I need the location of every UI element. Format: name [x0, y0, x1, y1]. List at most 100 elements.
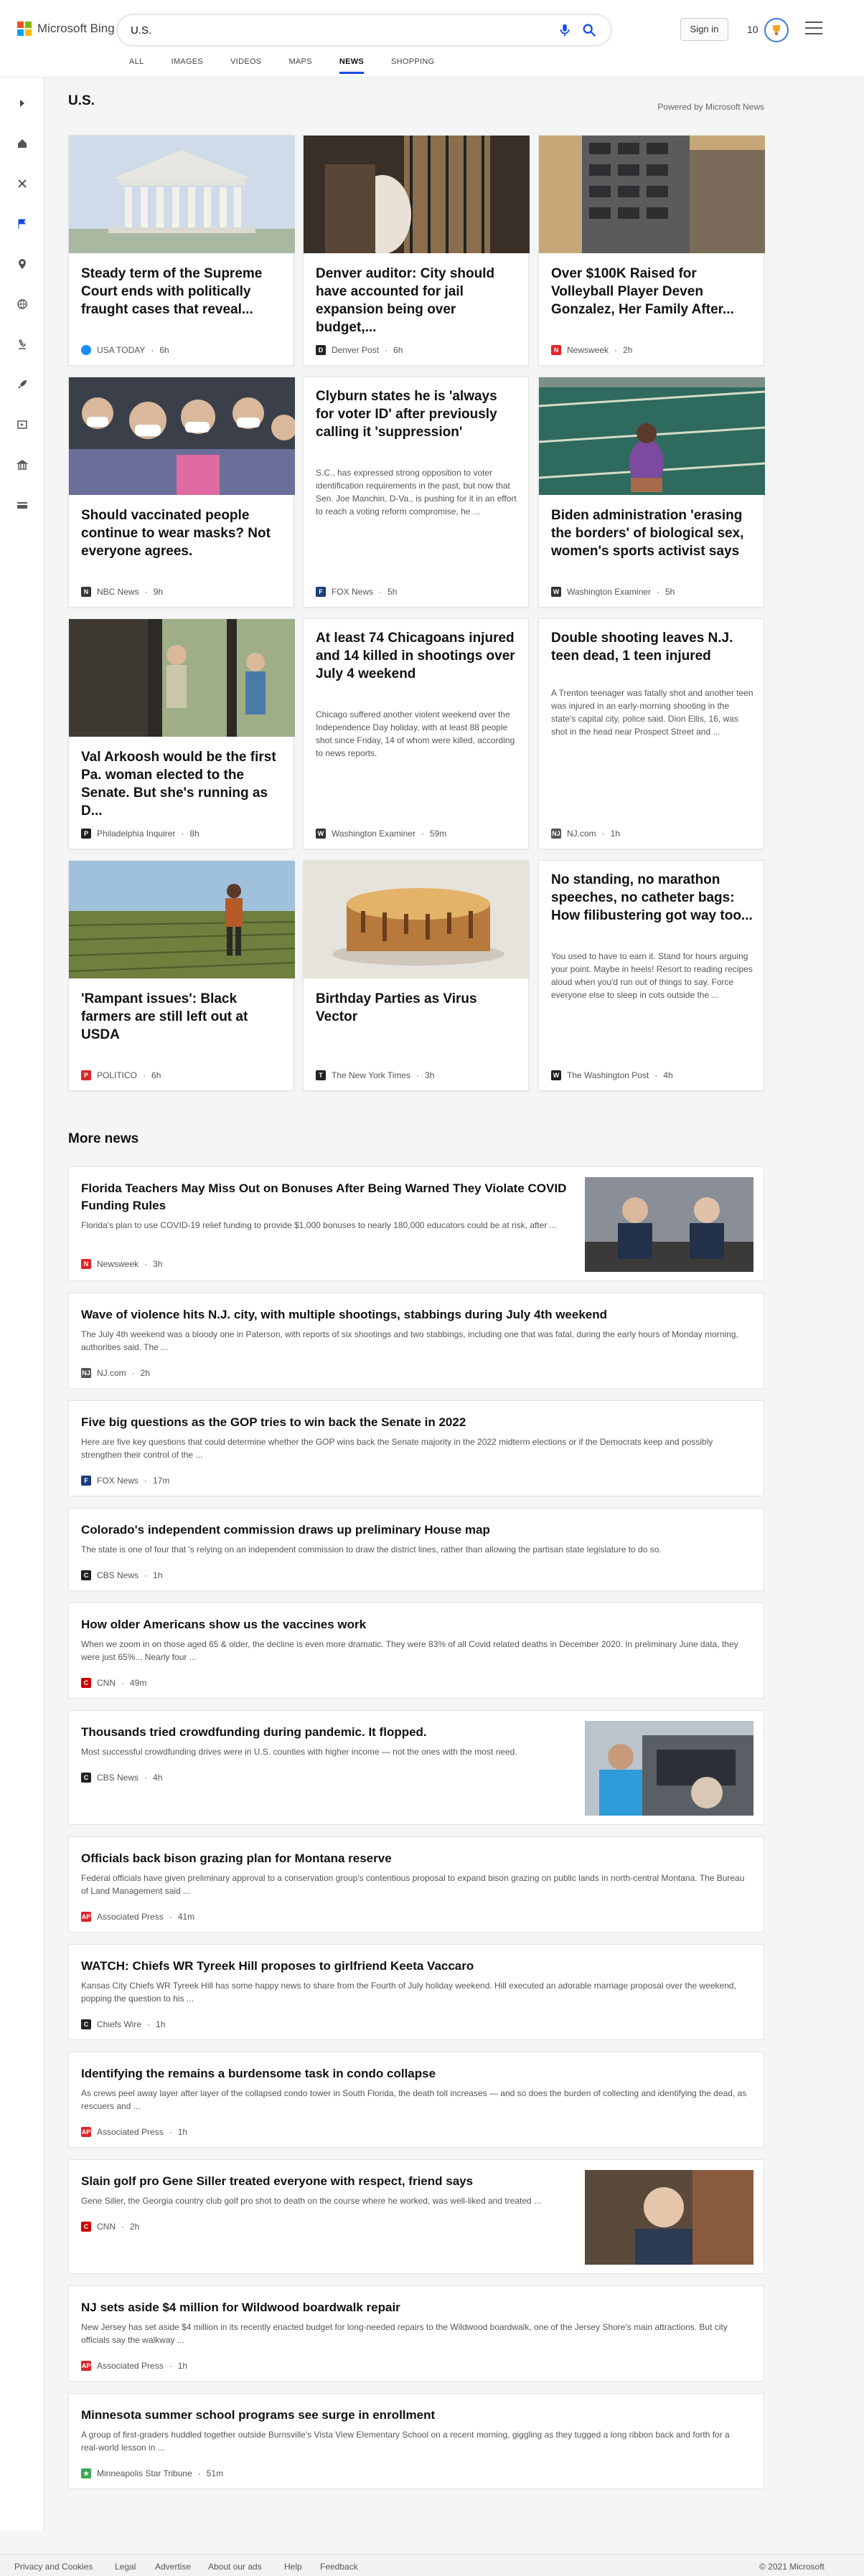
bank-icon[interactable]: [14, 456, 31, 473]
tab-images[interactable]: IMAGES: [171, 57, 203, 74]
row-source[interactable]: C Chiefs Wire · 1h: [81, 2019, 165, 2029]
news-row[interactable]: Florida Teachers May Miss Out on Bonuses…: [68, 1166, 764, 1281]
crossed-arrows-icon[interactable]: [14, 175, 31, 192]
card-source[interactable]: P POLITICO · 6h: [81, 1070, 161, 1080]
row-source[interactable]: C CNN · 49m: [81, 1678, 146, 1688]
news-row[interactable]: Identifying the remains a burdensome tas…: [68, 2052, 764, 2148]
search-input[interactable]: [131, 21, 532, 39]
footer-link-legal[interactable]: Legal: [115, 2562, 136, 2572]
row-title[interactable]: Minnesota summer school programs see sur…: [81, 2407, 748, 2424]
news-row[interactable]: Colorado's independent commission draws …: [68, 1508, 764, 1591]
card-title[interactable]: Birthday Parties as Virus Vector: [316, 990, 518, 1026]
news-card[interactable]: Biden administration 'erasing the border…: [538, 377, 765, 608]
row-source[interactable]: ★ Minneapolis Star Tribune · 51m: [81, 2468, 223, 2478]
tab-videos[interactable]: VIDEOS: [230, 57, 261, 74]
row-title[interactable]: Thousands tried crowdfunding during pand…: [81, 1724, 569, 1741]
card-source[interactable]: P Philadelphia Inquirer · 8h: [81, 829, 199, 839]
card-source[interactable]: W Washington Examiner · 59m: [316, 829, 446, 839]
footer-link-advertise[interactable]: Advertise: [155, 2562, 191, 2572]
row-title[interactable]: Colorado's independent commission draws …: [81, 1521, 748, 1539]
news-card[interactable]: 'Rampant issues': Black farmers are stil…: [68, 860, 295, 1091]
card-title[interactable]: Should vaccinated people continue to wea…: [81, 506, 283, 560]
footer-link-help[interactable]: Help: [284, 2562, 302, 2572]
news-row[interactable]: WATCH: Chiefs WR Tyreek Hill proposes to…: [68, 1944, 764, 2040]
row-title[interactable]: WATCH: Chiefs WR Tyreek Hill proposes to…: [81, 1958, 748, 1975]
search-icon[interactable]: [581, 22, 597, 38]
card-source[interactable]: USA TODAY · 6h: [81, 345, 169, 355]
news-row[interactable]: NJ sets aside $4 million for Wildwood bo…: [68, 2285, 764, 2382]
location-pin-icon[interactable]: [14, 255, 31, 273]
news-card[interactable]: No standing, no marathon speeches, no ca…: [538, 860, 764, 1091]
flag-icon[interactable]: [14, 215, 31, 232]
news-row[interactable]: Officials back bison grazing plan for Mo…: [68, 1836, 764, 1933]
card-title[interactable]: 'Rampant issues': Black farmers are stil…: [81, 990, 283, 1044]
card-title[interactable]: Val Arkoosh would be the first Pa. woman…: [81, 748, 283, 820]
card-title[interactable]: Denver auditor: City should have account…: [316, 265, 518, 336]
card-source[interactable]: N Newsweek · 2h: [551, 345, 632, 355]
card-source[interactable]: D Denver Post · 6h: [316, 345, 403, 355]
powered-by-label[interactable]: Powered by Microsoft News: [657, 102, 764, 112]
news-row[interactable]: How older Americans show us the vaccines…: [68, 1603, 764, 1699]
card-source[interactable]: T The New York Times · 3h: [316, 1070, 434, 1080]
tab-maps[interactable]: MAPS: [288, 57, 311, 74]
news-card[interactable]: At least 74 Chicagoans injured and 14 ki…: [303, 618, 529, 849]
card-title[interactable]: No standing, no marathon speeches, no ca…: [551, 871, 753, 925]
search-box[interactable]: [117, 14, 611, 46]
row-title[interactable]: How older Americans show us the vaccines…: [81, 1616, 748, 1633]
footer-link-privacy[interactable]: Privacy and Cookies: [14, 2562, 93, 2572]
card-source[interactable]: F FOX News · 5h: [316, 587, 397, 597]
card-title[interactable]: Over $100K Raised for Volleyball Player …: [551, 265, 753, 319]
microphone-icon[interactable]: [557, 22, 573, 38]
row-title[interactable]: NJ sets aside $4 million for Wildwood bo…: [81, 2299, 748, 2316]
footer-link-about-ads[interactable]: About our ads: [208, 2562, 262, 2572]
film-icon[interactable]: [14, 416, 31, 433]
rewards-points[interactable]: 10: [747, 24, 759, 35]
news-card[interactable]: Denver auditor: City should have account…: [303, 135, 530, 366]
row-title[interactable]: Florida Teachers May Miss Out on Bonuses…: [81, 1180, 569, 1214]
news-card[interactable]: Birthday Parties as Virus Vector T The Ne…: [303, 860, 530, 1091]
row-source[interactable]: C CBS News · 1h: [81, 1570, 162, 1580]
news-card[interactable]: Steady term of the Supreme Court ends wi…: [68, 135, 295, 366]
news-card[interactable]: Double shooting leaves N.J. teen dead, 1…: [538, 618, 764, 849]
expand-arrow-icon[interactable]: [14, 95, 31, 112]
card-icon[interactable]: [14, 496, 31, 514]
tab-shopping[interactable]: SHOPPING: [391, 57, 434, 74]
rocket-icon[interactable]: [14, 376, 31, 393]
bing-logo[interactable]: Microsoft Bing: [17, 22, 115, 36]
news-row[interactable]: Minnesota summer school programs see sur…: [68, 2393, 764, 2489]
news-row[interactable]: Wave of violence hits N.J. city, with mu…: [68, 1293, 764, 1389]
row-title[interactable]: Identifying the remains a burdensome tas…: [81, 2065, 748, 2082]
row-title[interactable]: Wave of violence hits N.J. city, with mu…: [81, 1306, 748, 1324]
row-source[interactable]: N Newsweek · 3h: [81, 1259, 162, 1269]
microscope-icon[interactable]: [14, 336, 31, 353]
tab-all[interactable]: ALL: [129, 57, 144, 74]
row-source[interactable]: AP Associated Press · 41m: [81, 1912, 194, 1922]
card-source[interactable]: W Washington Examiner · 5h: [551, 587, 675, 597]
news-card[interactable]: Val Arkoosh would be the first Pa. woman…: [68, 618, 295, 849]
card-title[interactable]: Double shooting leaves N.J. teen dead, 1…: [551, 629, 753, 665]
news-card[interactable]: Over $100K Raised for Volleyball Player …: [538, 135, 765, 366]
news-row[interactable]: Five big questions as the GOP tries to w…: [68, 1400, 764, 1496]
card-source[interactable]: W The Washington Post · 4h: [551, 1070, 673, 1080]
news-card[interactable]: Clyburn states he is 'always for voter I…: [303, 377, 529, 608]
news-row[interactable]: Slain golf pro Gene Siller treated every…: [68, 2159, 764, 2274]
home-icon[interactable]: [14, 135, 31, 152]
card-source[interactable]: N NBC News · 9h: [81, 587, 163, 597]
row-title[interactable]: Officials back bison grazing plan for Mo…: [81, 1850, 748, 1867]
row-title[interactable]: Slain golf pro Gene Siller treated every…: [81, 2173, 569, 2190]
row-source[interactable]: NJ NJ.com · 2h: [81, 1368, 150, 1378]
row-source[interactable]: AP Associated Press · 1h: [81, 2361, 187, 2371]
menu-icon[interactable]: [805, 22, 822, 36]
card-title[interactable]: At least 74 Chicagoans injured and 14 ki…: [316, 629, 518, 683]
row-source[interactable]: F FOX News · 17m: [81, 1476, 169, 1486]
row-title[interactable]: Five big questions as the GOP tries to w…: [81, 1414, 748, 1431]
footer-link-feedback[interactable]: Feedback: [320, 2562, 358, 2572]
news-card[interactable]: Should vaccinated people continue to wea…: [68, 377, 295, 608]
row-source[interactable]: C CBS News · 4h: [81, 1773, 162, 1783]
card-title[interactable]: Clyburn states he is 'always for voter I…: [316, 387, 518, 441]
tab-news[interactable]: NEWS: [339, 57, 365, 74]
row-source[interactable]: AP Associated Press · 1h: [81, 2127, 187, 2137]
rewards-trophy-icon[interactable]: [764, 18, 789, 42]
sign-in-button[interactable]: Sign in: [680, 18, 728, 41]
card-title[interactable]: Steady term of the Supreme Court ends wi…: [81, 265, 283, 319]
